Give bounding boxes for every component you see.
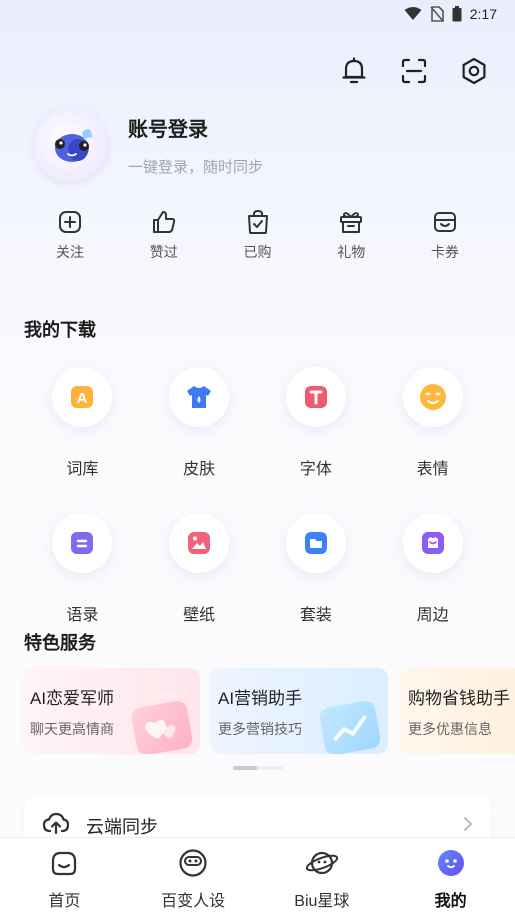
download-item-label: 套装 xyxy=(299,607,332,624)
mine-icon xyxy=(436,848,466,878)
service-card-marketing-assistant[interactable]: AI营销助手 更多营销技巧 xyxy=(210,668,388,754)
dictionary-icon: A xyxy=(52,367,113,427)
service-card-title: 购物省钱助手 xyxy=(408,689,510,708)
download-item-label: 壁纸 xyxy=(183,607,216,624)
settings-icon[interactable] xyxy=(459,56,489,86)
quick-link-label: 礼物 xyxy=(337,244,366,260)
quick-link-follow[interactable]: 关注 xyxy=(38,208,102,262)
bell-icon[interactable] xyxy=(339,56,369,86)
login-subtitle: 一键登录，随时同步 xyxy=(128,159,264,176)
download-item-label: 字体 xyxy=(299,461,332,478)
no-sim-icon xyxy=(430,6,444,22)
tab-home[interactable]: 首页 xyxy=(0,838,129,917)
carousel-indicator xyxy=(233,766,283,770)
font-icon xyxy=(285,367,346,427)
quick-link-label: 卡券 xyxy=(431,244,459,260)
merch-icon xyxy=(402,513,463,573)
tab-label: 百变人设 xyxy=(161,893,226,910)
thumbs-up-icon xyxy=(151,208,177,236)
downloads-grid: A 词库 皮肤 字体 表情 语录 壁纸 套装 周边 xyxy=(24,367,491,625)
download-item-bundle[interactable]: 套装 xyxy=(258,513,375,625)
cloud-sync-label: 云端同步 xyxy=(86,817,158,837)
download-item-quotes[interactable]: 语录 xyxy=(24,513,141,625)
download-item-emoji[interactable]: 表情 xyxy=(374,367,491,479)
bottom-tab-bar: 首页 百变人设 Biu星球 我的 xyxy=(0,837,515,917)
tab-planet[interactable]: Biu星球 xyxy=(258,838,387,917)
emoji-icon xyxy=(402,367,463,427)
wifi-icon xyxy=(404,7,422,21)
quotes-icon xyxy=(52,513,113,573)
scan-icon[interactable] xyxy=(399,56,429,86)
hearts-icon xyxy=(130,699,194,754)
services-carousel[interactable]: AI恋爱军师 聊天更高情商 AI营销助手 更多营销技巧 购物省钱助手 更多优惠信… xyxy=(22,668,515,756)
quick-link-liked[interactable]: 赞过 xyxy=(132,208,196,262)
download-item-merch[interactable]: 周边 xyxy=(374,513,491,625)
service-card-shopping-assistant[interactable]: 购物省钱助手 更多优惠信息 xyxy=(400,668,515,754)
download-item-font[interactable]: 字体 xyxy=(258,367,375,479)
avatar[interactable] xyxy=(34,108,108,182)
download-item-label: 周边 xyxy=(416,607,449,624)
download-item-label: 皮肤 xyxy=(183,461,216,478)
quick-link-label: 已购 xyxy=(243,244,272,260)
tab-label: 首页 xyxy=(48,893,81,910)
tab-label: Biu星球 xyxy=(294,893,350,910)
coupon-icon xyxy=(433,208,457,236)
download-item-skin[interactable]: 皮肤 xyxy=(141,367,258,479)
follow-plus-icon xyxy=(58,208,82,236)
status-time: 2:17 xyxy=(469,6,497,22)
top-actions xyxy=(339,56,489,86)
purchased-bag-icon xyxy=(246,208,270,236)
quick-link-gift[interactable]: 礼物 xyxy=(319,208,383,262)
quick-link-label: 赞过 xyxy=(149,244,178,260)
login-title[interactable]: 账号登录 xyxy=(128,113,263,142)
tab-mine[interactable]: 我的 xyxy=(386,838,515,917)
gift-icon xyxy=(339,208,363,236)
chevron-right-icon xyxy=(463,816,473,837)
download-item-dictionary[interactable]: A 词库 xyxy=(24,367,141,479)
download-item-wallpaper[interactable]: 壁纸 xyxy=(141,513,258,625)
quick-link-coupon[interactable]: 卡券 xyxy=(413,208,477,262)
wallpaper-icon xyxy=(169,513,230,573)
downloads-title: 我的下载 xyxy=(24,320,96,340)
download-item-label: 词库 xyxy=(66,461,99,478)
service-card-love-advisor[interactable]: AI恋爱军师 聊天更高情商 xyxy=(22,668,200,754)
download-item-label: 语录 xyxy=(66,607,99,624)
planet-icon xyxy=(305,848,339,878)
download-item-label: 表情 xyxy=(416,461,449,478)
bundle-icon xyxy=(285,513,346,573)
chart-trend-icon xyxy=(318,699,382,754)
services-title: 特色服务 xyxy=(24,633,96,653)
tab-label: 我的 xyxy=(434,893,467,910)
quick-links: 关注 赞过 已购 礼物 卡券 xyxy=(24,208,491,262)
svg-text:A: A xyxy=(77,390,88,407)
skin-icon xyxy=(169,367,230,427)
persona-icon xyxy=(178,848,208,878)
profile-section[interactable]: 账号登录 一键登录，随时同步 xyxy=(34,108,263,182)
quick-link-label: 关注 xyxy=(56,244,84,260)
tab-persona[interactable]: 百变人设 xyxy=(129,838,258,917)
status-bar: 2:17 xyxy=(0,0,515,28)
battery-icon xyxy=(452,6,462,22)
quick-link-purchased[interactable]: 已购 xyxy=(226,208,290,262)
home-icon xyxy=(50,848,78,878)
service-card-subtitle: 更多优惠信息 xyxy=(408,721,492,737)
